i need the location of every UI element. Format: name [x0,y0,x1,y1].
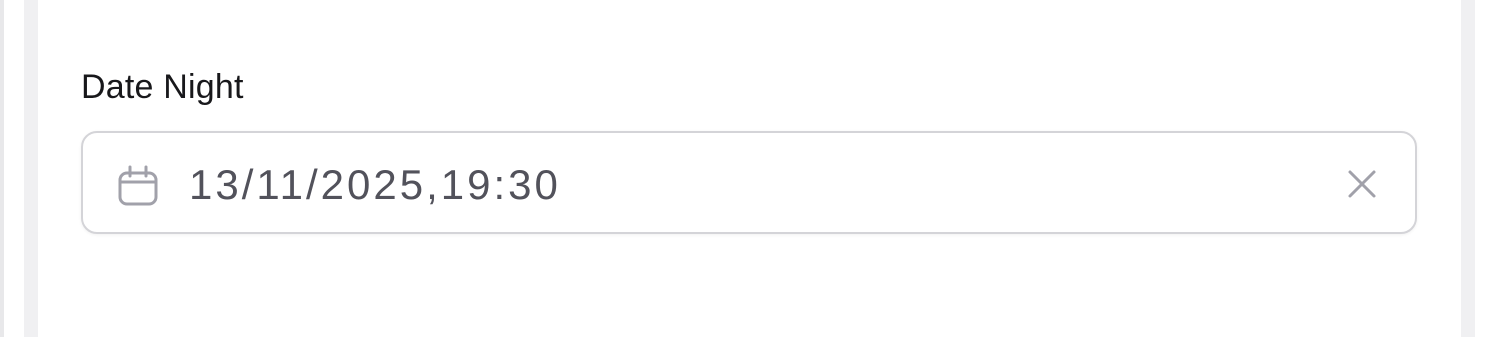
datetime-value: 13/11/2025,19:30 [189,161,561,208]
close-icon [1348,170,1376,198]
field-label: Date Night [81,68,244,106]
left-edge-divider [0,0,4,337]
calendar-icon [117,165,159,207]
datetime-input[interactable]: 13/11/2025,19:30 [81,131,1417,234]
clear-button[interactable] [1345,167,1379,201]
